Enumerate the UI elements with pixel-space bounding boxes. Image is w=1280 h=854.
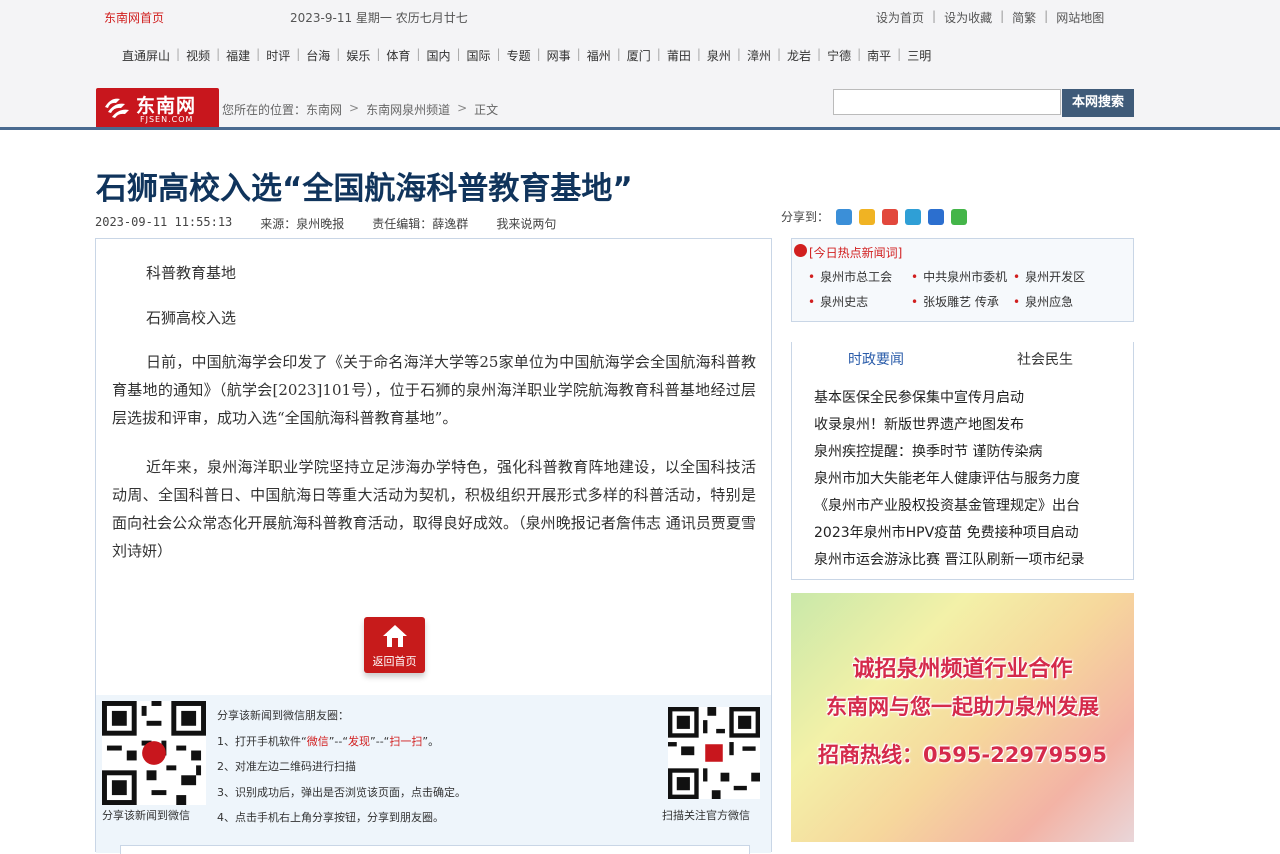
date-display: 2023-9-11 星期一 农历七月廿七 xyxy=(290,11,468,25)
tab-society[interactable]: 社会民生 xyxy=(1017,349,1073,369)
article-source: 来源：泉州晚报 xyxy=(260,217,345,231)
news-list-item[interactable]: 泉州市运会游泳比赛 晋江队刷新一项市纪录 xyxy=(814,549,1084,569)
ad-line: 招商热线：0595-22979595 xyxy=(817,743,1108,767)
nav-item[interactable]: 龙岩 xyxy=(787,47,811,64)
share-weibo-icon[interactable] xyxy=(882,208,899,225)
ad-line: 东南网与您一起助力泉州发展 xyxy=(826,695,1099,719)
nav-item[interactable]: 国际 xyxy=(467,47,491,64)
wechat-line: 3、识别成功后，弹出是否浏览该页面，点击确定。 xyxy=(217,785,466,799)
hot-words-box: [今日热点新闻词] 泉州市总工会 中共泉州市委机 泉州开发区 泉州史志 张坂雕艺… xyxy=(791,238,1134,322)
ad-line: 诚招泉州频道行业合作 xyxy=(852,657,1073,682)
article-editor: 责任编辑：薛逸群 xyxy=(372,217,469,231)
share-wechat-icon[interactable] xyxy=(951,208,968,225)
set-homepage-link[interactable]: 设为首页 xyxy=(868,9,932,26)
share-more-icon[interactable] xyxy=(836,208,853,225)
nav-item[interactable]: 时评 xyxy=(266,47,290,64)
wechat-line: 2、对准左边二维码进行扫描 xyxy=(217,760,356,773)
nav-item[interactable]: 福州 xyxy=(587,47,611,64)
trad-simplified-link[interactable]: 简繁 xyxy=(1004,9,1044,26)
site-logo[interactable]: 东南网 FJSEN.COM xyxy=(96,88,219,129)
logo-name: 东南网 xyxy=(136,95,197,117)
comment-link[interactable]: 我来说两句 xyxy=(496,215,556,232)
wechat-line: 1、打开手机软件“微信”--“发现”--“扫一扫”。 xyxy=(217,734,440,748)
nav-item[interactable]: 体育 xyxy=(386,47,410,64)
article-datetime: 2023-09-11 11:55:13 xyxy=(95,215,233,229)
nav-item[interactable]: 莆田 xyxy=(667,47,691,64)
nav-item[interactable]: 直通屏山 xyxy=(122,47,170,64)
home-icon xyxy=(383,625,407,647)
logo-mark-icon xyxy=(105,98,129,118)
wechat-line: 分享该新闻到微信朋友圈： xyxy=(217,709,349,722)
breadcrumb-item[interactable]: 东南网 xyxy=(306,101,342,118)
nav-item[interactable]: 南平 xyxy=(867,47,891,64)
sitemap-link[interactable]: 网站地图 xyxy=(1048,9,1112,26)
add-favorite-link[interactable]: 设为收藏 xyxy=(936,9,1000,26)
news-list-item[interactable]: 基本医保全民参保集中宣传月启动 xyxy=(814,387,1024,407)
hot-title: [今日热点新闻词] xyxy=(809,246,903,260)
qr-code-icon xyxy=(102,701,206,805)
nav-item[interactable]: 泉州 xyxy=(707,47,731,64)
nav-item[interactable]: 宁德 xyxy=(827,47,851,64)
tab-politics[interactable]: 时政要闻 xyxy=(848,349,904,369)
article-title: 石狮高校入选“全国航海科普教育基地” xyxy=(96,171,633,207)
site-home-link[interactable]: 东南网首页 xyxy=(104,9,164,26)
nav-item[interactable]: 福建 xyxy=(226,47,250,64)
official-qr-code-icon xyxy=(668,707,760,799)
share-tqq-icon[interactable] xyxy=(905,208,922,225)
nav-item[interactable]: 三明 xyxy=(907,47,931,64)
return-home-button[interactable]: 返回首页 xyxy=(364,617,425,673)
nav-item[interactable]: 专题 xyxy=(507,47,531,64)
nav-item[interactable]: 视频 xyxy=(186,47,210,64)
nav-item[interactable]: 漳州 xyxy=(747,47,771,64)
nav-item[interactable]: 娱乐 xyxy=(346,47,370,64)
share-renren-icon[interactable] xyxy=(928,208,945,225)
nav-item[interactable]: 厦门 xyxy=(627,47,651,64)
hot-word-link[interactable]: 泉州市总工会 xyxy=(808,268,892,285)
article-paragraph: 科普教育基地 xyxy=(146,264,237,282)
header-divider xyxy=(0,127,1280,130)
qr-left-caption: 分享该新闻到微信 xyxy=(102,809,190,822)
qr-right-caption: 扫描关注官方微信 xyxy=(662,809,750,822)
ad-banner[interactable]: 诚招泉州频道行业合作 东南网与您一起助力泉州发展 招商热线：0595-22979… xyxy=(791,593,1134,842)
share-bar: 分享到： xyxy=(781,208,968,225)
hot-word-link[interactable]: 中共泉州市委机 xyxy=(911,268,1007,285)
return-home-label: 返回首页 xyxy=(372,655,417,668)
hot-word-link[interactable]: 泉州史志 xyxy=(808,293,868,310)
search-button[interactable]: 本网搜索 xyxy=(1062,89,1134,117)
news-list-item[interactable]: 收录泉州！新版世界遗产地图发布 xyxy=(814,414,1024,434)
nav-item[interactable]: 网事 xyxy=(547,47,571,64)
wechat-instructions: 分享该新闻到微信朋友圈： 1、打开手机软件“微信”--“发现”--“扫一扫”。 … xyxy=(217,703,466,831)
share-qzone-icon[interactable] xyxy=(859,208,876,225)
news-tabs-box: 时政要闻 社会民生 基本医保全民参保集中宣传月启动 收录泉州！新版世界遗产地图发… xyxy=(791,342,1134,580)
breadcrumb-prefix: 您所在的位置： xyxy=(222,103,307,117)
nav-item[interactable]: 国内 xyxy=(426,47,450,64)
logo-domain: FJSEN.COM xyxy=(140,115,194,124)
wechat-line: 4、点击手机右上角分享按钮，分享到朋友圈。 xyxy=(217,811,444,824)
news-list-item[interactable]: 泉州市加大失能老年人健康评估与服务力度 xyxy=(814,468,1080,488)
news-list-item[interactable]: 《泉州市产业股权投资基金管理规定》出台 xyxy=(814,495,1080,515)
hot-word-link[interactable]: 泉州开发区 xyxy=(1013,268,1085,285)
news-list-item[interactable]: 泉州疾控提醒：换季时节 谨防传染病 xyxy=(814,441,1042,461)
top-links: 设为首页 | 设为收藏 | 简繁 | 网站地图 xyxy=(868,9,1112,26)
article-body: 科普教育基地 石狮高校入选 日前，中国航海学会印发了《关于命名海洋大学等25家单… xyxy=(95,238,772,854)
breadcrumb-current: 正文 xyxy=(474,103,499,117)
hot-word-link[interactable]: 张坂雕艺 传承 xyxy=(911,293,999,310)
hot-word-link[interactable]: 泉州应急 xyxy=(1013,293,1073,310)
news-list-item[interactable]: 2023年泉州市HPV疫苗 免费接种项目启动 xyxy=(814,522,1079,542)
article-paragraph: 石狮高校入选 xyxy=(146,309,237,327)
breadcrumb-item[interactable]: 东南网泉州频道 xyxy=(366,101,450,118)
nav-item[interactable]: 台海 xyxy=(306,47,330,64)
breadcrumb: 您所在的位置： 东南网 > 东南网泉州频道 > 正文 xyxy=(222,101,499,118)
hot-icon xyxy=(794,244,807,257)
comment-box-top xyxy=(120,845,750,854)
article-paragraph: 日前，中国航海学会印发了《关于命名海洋大学等25家单位为中国航海学会全国航海科普… xyxy=(112,353,756,427)
search-input[interactable] xyxy=(833,89,1061,115)
wechat-share-panel: 分享该新闻到微信 分享该新闻到微信朋友圈： 1、打开手机软件“微信”--“发现”… xyxy=(96,695,771,854)
article-paragraph: 近年来，泉州海洋职业学院坚持立足涉海办学特色，强化科普教育阵地建设，以全国科技活… xyxy=(112,458,756,560)
article-meta: 2023-09-11 11:55:13 来源：泉州晚报 责任编辑：薛逸群 我来说… xyxy=(95,215,584,232)
share-label: 分享到： xyxy=(781,210,830,224)
main-nav: 直通屏山 | 视频 | 福建 | 时评 | 台海 | 娱乐 | 体育 | 国内 | 国际 | 专题… xyxy=(122,47,932,64)
